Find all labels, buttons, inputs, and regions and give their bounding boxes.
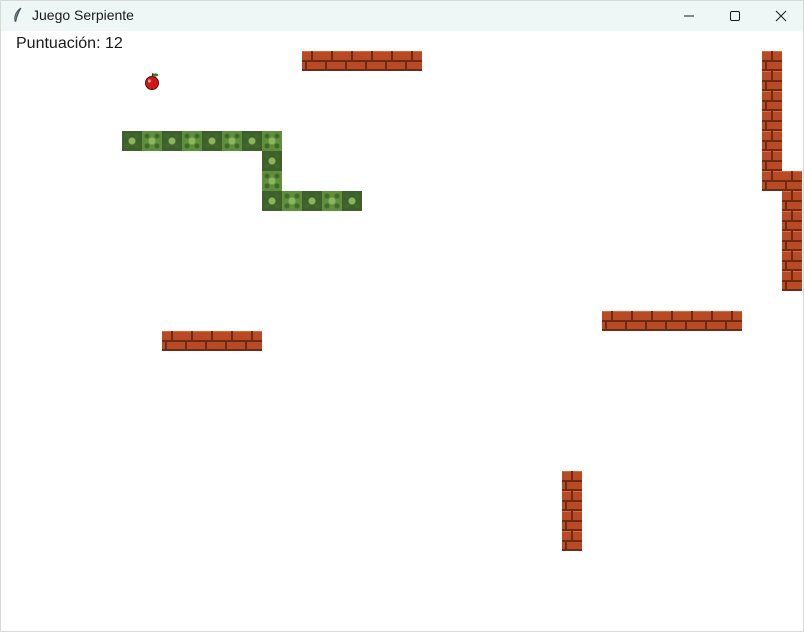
close-icon [775, 10, 787, 22]
wall-block [222, 331, 242, 351]
wall-block [562, 491, 582, 511]
wall-block [702, 311, 722, 331]
wall-block [782, 271, 802, 291]
wall-block [662, 311, 682, 331]
snake-segment [142, 131, 162, 151]
snake-segment [122, 131, 142, 151]
wall-block [242, 331, 262, 351]
snake-segment [222, 131, 242, 151]
snake-segment [202, 131, 222, 151]
wall-block [782, 191, 802, 211]
snake-segment [262, 191, 282, 211]
wall-block [402, 51, 422, 71]
snake-segment [262, 131, 282, 151]
wall-block [562, 511, 582, 531]
apple-icon [142, 71, 162, 91]
snake-head [342, 191, 362, 211]
wall-block [182, 331, 202, 351]
wall-block [762, 111, 782, 131]
snake-segment [262, 151, 282, 171]
wall-block [762, 71, 782, 91]
score-label: Puntuación: 12 [16, 35, 123, 52]
wall-block [762, 171, 782, 191]
wall-block [342, 51, 362, 71]
wall-block [642, 311, 662, 331]
minimize-button[interactable] [666, 0, 712, 31]
wall-block [762, 151, 782, 171]
wall-block [762, 51, 782, 71]
wall-block [562, 471, 582, 491]
minimize-icon [683, 10, 695, 22]
wall-block [782, 231, 802, 251]
window-title: Juego Serpiente [32, 7, 134, 23]
snake-segment [282, 191, 302, 211]
maximize-icon [729, 10, 741, 22]
wall-block [562, 531, 582, 551]
wall-block [322, 51, 342, 71]
snake-segment [162, 131, 182, 151]
snake-segment [322, 191, 342, 211]
snake-segment [262, 171, 282, 191]
game-canvas[interactable]: Puntuación: 12 [2, 31, 802, 631]
wall-block [382, 51, 402, 71]
wall-block [782, 171, 802, 191]
snake-segment [182, 131, 202, 151]
wall-block [602, 311, 622, 331]
snake-segment [302, 191, 322, 211]
wall-block [202, 331, 222, 351]
wall-block [782, 211, 802, 231]
maximize-button[interactable] [712, 0, 758, 31]
snake-segment [242, 131, 262, 151]
wall-block [622, 311, 642, 331]
wall-block [682, 311, 702, 331]
wall-block [722, 311, 742, 331]
wall-block [762, 91, 782, 111]
wall-block [162, 331, 182, 351]
title-bar[interactable]: Juego Serpiente [0, 0, 804, 31]
close-button[interactable] [758, 0, 804, 31]
wall-block [782, 251, 802, 271]
feather-icon [10, 7, 26, 23]
wall-block [762, 131, 782, 151]
wall-block [362, 51, 382, 71]
wall-block [302, 51, 322, 71]
